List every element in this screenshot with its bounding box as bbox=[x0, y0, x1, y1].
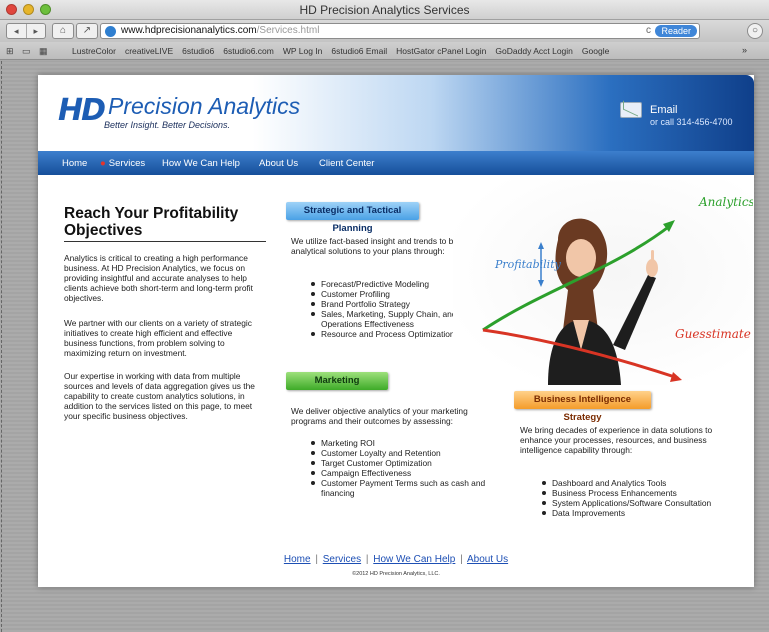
marketing-badge: Marketing bbox=[286, 372, 388, 390]
intro-paragraph-3: Our expertise in working with data from … bbox=[64, 371, 255, 421]
browser-toolbar: ◂ ▸ ⌂ ↗ www.hdprecisionanalytics.com/Ser… bbox=[0, 20, 769, 42]
heading-divider bbox=[64, 241, 266, 242]
url-path: /Services.html bbox=[256, 25, 320, 36]
marketing-description: We deliver objective analytics of your m… bbox=[291, 406, 468, 426]
list-item: Data Improvements bbox=[541, 508, 741, 518]
bookmark-item[interactable]: 6studio6 Email bbox=[331, 46, 387, 56]
window-titlebar: HD Precision Analytics Services bbox=[0, 0, 769, 20]
site-header: HD Precision Analytics Better Insight. B… bbox=[38, 75, 754, 151]
forward-icon[interactable]: ▸ bbox=[27, 24, 46, 38]
bookmark-item[interactable]: 6studio6.com bbox=[223, 46, 274, 56]
nav-how-we-can-help[interactable]: How We Can Help bbox=[162, 158, 240, 169]
bi-strategy-badge: Business Intelligence Strategy bbox=[514, 391, 651, 423]
home-icon[interactable]: ⌂ bbox=[52, 23, 74, 39]
bookmarks-bar: ⊞ ▭ ▦ LustreColor creativeLIVE 6studio6 6st… bbox=[0, 42, 769, 60]
hero-illustration: Analytics Profitability Guesstimate bbox=[453, 180, 753, 385]
footer-nav: Home | Services | How We Can Help | Abou… bbox=[38, 554, 754, 565]
website-container: HD Precision Analytics Better Insight. B… bbox=[38, 75, 754, 587]
nav-services[interactable]: ● Services bbox=[100, 158, 145, 169]
list-item: Dashboard and Analytics Tools bbox=[541, 478, 741, 488]
url-host: www.hdprecisionanalytics.com bbox=[121, 25, 257, 36]
intro-paragraph-2: We partner with our clients on a variety… bbox=[64, 318, 252, 358]
strategic-description: We utilize fact-based insight and trends… bbox=[291, 236, 468, 256]
footer-link-services[interactable]: Services bbox=[323, 554, 361, 565]
phone-number: or call 314-456-4700 bbox=[650, 117, 733, 127]
globe-icon bbox=[105, 26, 116, 37]
window-title: HD Precision Analytics Services bbox=[299, 3, 470, 17]
bookmark-item[interactable]: 6studio6 bbox=[182, 46, 214, 56]
address-bar[interactable]: www.hdprecisionanalytics.com/Services.ht… bbox=[100, 23, 700, 39]
email-envelope-icon[interactable] bbox=[620, 102, 642, 118]
list-item: Customer Loyalty and Retention bbox=[310, 448, 500, 458]
nav-home[interactable]: Home bbox=[62, 158, 87, 169]
profitability-label: Profitability bbox=[494, 258, 562, 271]
share-icon[interactable]: ↗ bbox=[76, 23, 98, 39]
bookmark-item[interactable]: Google bbox=[582, 46, 609, 56]
reload-icon[interactable]: c bbox=[646, 24, 651, 38]
footer-separator: | bbox=[365, 554, 369, 565]
strategic-planning-badge: Strategic and Tactical Planning bbox=[286, 202, 419, 234]
bookmark-item[interactable]: LustreColor bbox=[72, 46, 116, 56]
guesstimate-label: Guesstimate bbox=[675, 327, 751, 341]
bookmark-item[interactable]: WP Log In bbox=[283, 46, 323, 56]
page-heading: Reach Your Profitability Objectives bbox=[64, 205, 239, 239]
main-nav: Home ● Services How We Can Help About Us … bbox=[38, 151, 754, 175]
marketing-list: Marketing ROI Customer Loyalty and Reten… bbox=[310, 438, 500, 498]
logo-mark[interactable]: HD bbox=[58, 93, 106, 128]
list-item: Target Customer Optimization bbox=[310, 458, 500, 468]
active-bullet-icon: ● bbox=[100, 158, 106, 169]
list-item: Campaign Effectiveness bbox=[310, 468, 500, 478]
footer-link-home[interactable]: Home bbox=[284, 554, 311, 565]
email-link[interactable]: Email bbox=[650, 104, 678, 116]
page-edge-line bbox=[1, 61, 2, 632]
bookmark-item[interactable]: creativeLIVE bbox=[125, 46, 173, 56]
bi-description: We bring decades of experience in data s… bbox=[520, 425, 713, 455]
list-item: Customer Payment Terms such as cash and … bbox=[310, 478, 500, 498]
bookmark-item[interactable]: GoDaddy Acct Login bbox=[495, 46, 573, 56]
footer-link-about[interactable]: About Us bbox=[467, 554, 508, 565]
bookmark-item[interactable]: HostGator cPanel Login bbox=[396, 46, 486, 56]
nav-services-label: Services bbox=[108, 158, 146, 169]
bookmark-tools-icons[interactable]: ⊞ ▭ ▦ bbox=[6, 46, 51, 57]
list-item: Marketing ROI bbox=[310, 438, 500, 448]
back-forward-buttons: ◂ ▸ bbox=[6, 23, 46, 39]
copyright-text: ©2012 HD Precision Analytics, LLC. bbox=[352, 571, 440, 577]
reader-button[interactable]: Reader bbox=[655, 25, 697, 37]
bookmark-list: LustreColor creativeLIVE 6studio6 6studio6.… bbox=[72, 46, 618, 56]
list-item: System Applications/Software Consultatio… bbox=[541, 498, 741, 508]
logo-name[interactable]: Precision Analytics bbox=[108, 93, 300, 120]
nav-about-us[interactable]: About Us bbox=[259, 158, 298, 169]
footer-separator: | bbox=[315, 554, 318, 565]
tagline: Better Insight. Better Decisions. bbox=[104, 120, 231, 130]
bi-list: Dashboard and Analytics Tools Business P… bbox=[541, 478, 741, 518]
downloads-icon[interactable]: ○ bbox=[747, 23, 763, 39]
analytics-label: Analytics bbox=[698, 195, 753, 209]
back-icon[interactable]: ◂ bbox=[7, 24, 27, 38]
footer-separator: | bbox=[460, 554, 463, 565]
bookmarks-more-icon[interactable]: » bbox=[742, 45, 747, 55]
footer-link-help[interactable]: How We Can Help bbox=[373, 554, 455, 565]
nav-client-center[interactable]: Client Center bbox=[319, 158, 374, 169]
intro-paragraph-1: Analytics is critical to creating a high… bbox=[64, 253, 253, 303]
list-item: Business Process Enhancements bbox=[541, 488, 741, 498]
